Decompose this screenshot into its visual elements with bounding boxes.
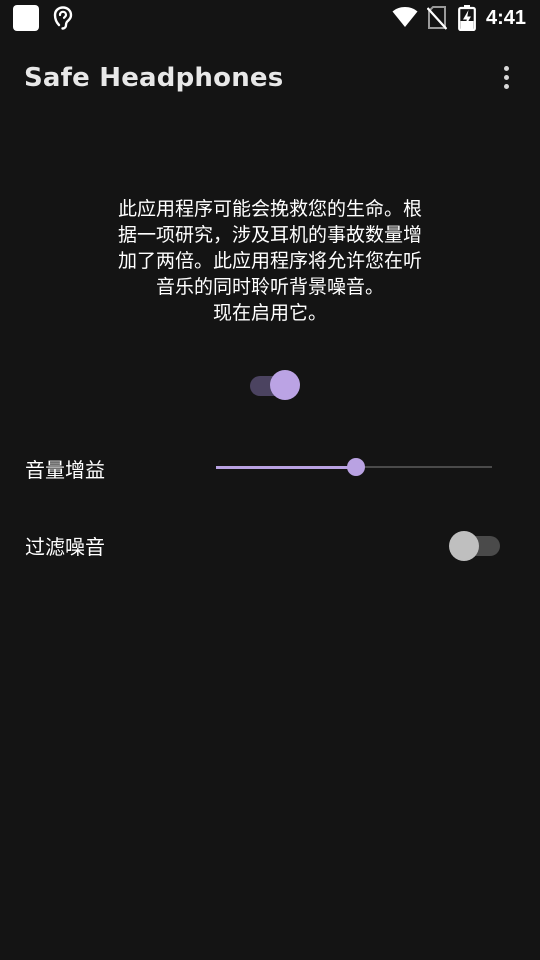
description-line: 音乐的同时聆听背景噪音。 (155, 276, 384, 298)
slider-thumb[interactable] (347, 458, 365, 476)
no-sim-icon (427, 6, 447, 30)
app-description: 此应用程序可能会挽救您的生命。根 据一项研究，涉及耳机的事故数量增 加了两倍。此… (100, 196, 440, 326)
noise-filter-label: 过滤噪音 (25, 535, 105, 559)
description-line: 据一项研究，涉及耳机的事故数量增 (117, 224, 422, 246)
hearing-icon (53, 6, 73, 30)
app-notification-icon (13, 5, 39, 31)
slider-fill (216, 466, 354, 469)
app-title: Safe Headphones (24, 63, 284, 93)
volume-gain-slider[interactable] (216, 455, 492, 479)
status-clock: 4:41 (486, 7, 527, 29)
more-vert-icon[interactable] (494, 64, 520, 92)
description-line: 此应用程序可能会挽救您的生命。根 (117, 198, 422, 220)
status-bar: 4:41 (0, 0, 540, 36)
battery-charging-icon (458, 5, 476, 31)
volume-gain-label: 音量增益 (25, 458, 105, 482)
wifi-icon (392, 7, 418, 27)
noise-filter-switch-thumb (449, 531, 479, 561)
app-bar: Safe Headphones (0, 44, 540, 112)
enable-switch[interactable] (248, 369, 304, 403)
description-line: 现在启用它。 (212, 302, 327, 324)
noise-filter-switch[interactable] (446, 530, 502, 562)
enable-switch-thumb (270, 370, 300, 400)
description-line: 加了两倍。此应用程序将允许您在听 (117, 250, 422, 272)
